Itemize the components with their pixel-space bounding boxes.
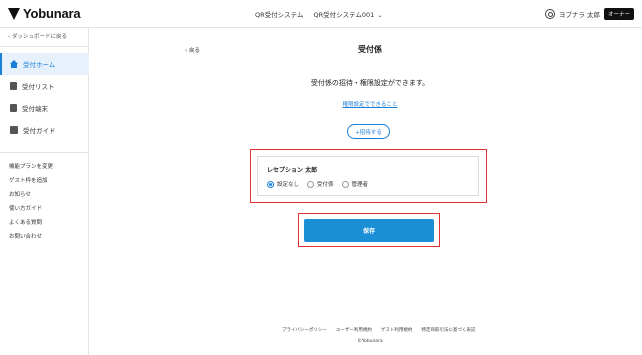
role-option-none[interactable]: 設定なし: [267, 180, 299, 188]
footer-link-user-terms[interactable]: ユーザー利用規約: [336, 327, 372, 333]
sidebar-link-news[interactable]: お知らせ: [9, 190, 31, 198]
divider: [0, 46, 89, 47]
footer-link-commerce-law[interactable]: 特定商取引法に基づく表記: [421, 327, 475, 333]
logo[interactable]: Yobunara: [8, 6, 81, 21]
terminal-icon: [10, 104, 17, 112]
footer-links: プライバシーポリシー ユーザー利用規約 ゲスト利用規約 特定商取引法に基づく表記: [282, 327, 475, 333]
app-header: Yobunara QR受付システム QR受付システム001 ⌄ ヨブナラ 太郎 オ…: [0, 0, 642, 28]
sidebar-link-faq[interactable]: よくある質問: [9, 218, 42, 226]
sidebar-link-usage-guide[interactable]: 使い方ガイド: [9, 204, 42, 212]
radio-unselected-icon: [341, 180, 349, 188]
user-name: ヨブナラ 太郎: [558, 11, 600, 19]
sidebar-item-reception-home[interactable]: 受付ホーム: [0, 53, 89, 75]
sidebar-link-add-guest-slots[interactable]: ゲスト枠を追加: [9, 176, 48, 184]
home-icon: [10, 60, 18, 68]
guide-icon: [10, 126, 18, 134]
role-radio-group: 設定なし 受付係 管理者: [267, 180, 368, 188]
sidebar-item-label: 受付リスト: [22, 83, 55, 91]
copyright: ©Yobunara: [357, 339, 383, 344]
service-nav: QR受付システム QR受付システム001 ⌄: [255, 9, 382, 19]
sidebar: ‹ ダッシュボードに戻る 受付ホーム 受付リスト 受付端末 受付ガイド 機能プラ…: [0, 28, 89, 355]
back-to-dashboard-link[interactable]: ‹ ダッシュボードに戻る: [8, 32, 67, 40]
sidebar-link-contact[interactable]: お問い合わせ: [9, 232, 42, 240]
sidebar-item-label: 受付ガイド: [23, 127, 56, 135]
invite-button[interactable]: +招待する: [347, 124, 390, 139]
sidebar-item-label: 受付端末: [22, 105, 48, 113]
logo-text: Yobunara: [23, 6, 81, 21]
chevron-down-icon: ⌄: [377, 12, 383, 19]
role-option-receptionist[interactable]: 受付係: [307, 180, 334, 188]
sidebar-item-reception-list[interactable]: 受付リスト: [0, 75, 89, 97]
radio-selected-icon: [267, 180, 274, 188]
permission-help-link[interactable]: 権限設定でできること: [300, 100, 440, 108]
service-name: QR受付システム: [255, 11, 304, 19]
save-button[interactable]: 保存: [304, 219, 434, 242]
footer-link-privacy[interactable]: プライバシーポリシー: [282, 327, 327, 333]
sidebar-item-reception-terminal[interactable]: 受付端末: [0, 97, 89, 119]
page-description: 受付係の招待・権限設定ができます。: [310, 79, 430, 87]
list-icon: [10, 82, 17, 90]
sidebar-item-reception-guide[interactable]: 受付ガイド: [0, 119, 89, 141]
user-avatar-icon: [544, 9, 555, 19]
logo-mark-icon: [8, 7, 20, 20]
divider: [0, 152, 89, 153]
member-name: レセプション 太郎: [267, 167, 318, 174]
back-link[interactable]: ‹ 戻る: [185, 46, 200, 54]
footer-link-guest-terms[interactable]: ゲスト利用規約: [381, 327, 413, 333]
page-title: 受付係: [358, 45, 382, 54]
service-selector[interactable]: QR受付システム001 ⌄: [313, 9, 382, 19]
sidebar-link-change-plan[interactable]: 機能プランを変更: [9, 162, 53, 170]
user-menu[interactable]: ヨブナラ 太郎 オーナー: [544, 8, 634, 20]
role-badge: オーナー: [603, 8, 634, 20]
radio-unselected-icon: [307, 180, 315, 188]
role-option-admin[interactable]: 管理者: [341, 180, 368, 188]
member-card: レセプション 太郎 設定なし 受付係 管理者: [257, 156, 479, 196]
sidebar-item-label: 受付ホーム: [23, 61, 56, 69]
